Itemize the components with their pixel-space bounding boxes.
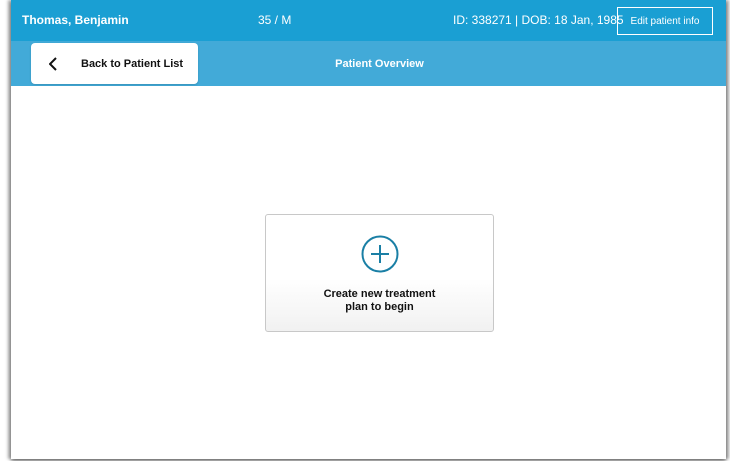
patient-id-dob: ID: 338271 | DOB: 18 Jan, 1985 [453, 13, 624, 27]
edit-patient-info-button[interactable]: Edit patient info [617, 7, 713, 35]
patient-header: Thomas, Benjamin 35 / M ID: 338271 | DOB… [11, 0, 726, 41]
plus-circle-icon [361, 235, 399, 273]
create-treatment-plan-button[interactable]: Create new treatment plan to begin [265, 214, 494, 332]
navigation-bar: Back to Patient List Patient Overview [11, 41, 726, 86]
create-treatment-plan-label: Create new treatment plan to begin [266, 288, 493, 314]
create-label-line2: plan to begin [345, 301, 414, 313]
app-window: Thomas, Benjamin 35 / M ID: 338271 | DOB… [11, 0, 726, 459]
create-label-line1: Create new treatment [323, 288, 436, 300]
patient-age-sex: 35 / M [258, 13, 292, 27]
patient-name: Thomas, Benjamin [22, 13, 129, 27]
main-content: Create new treatment plan to begin [11, 86, 726, 459]
page-title: Patient Overview [335, 58, 424, 70]
